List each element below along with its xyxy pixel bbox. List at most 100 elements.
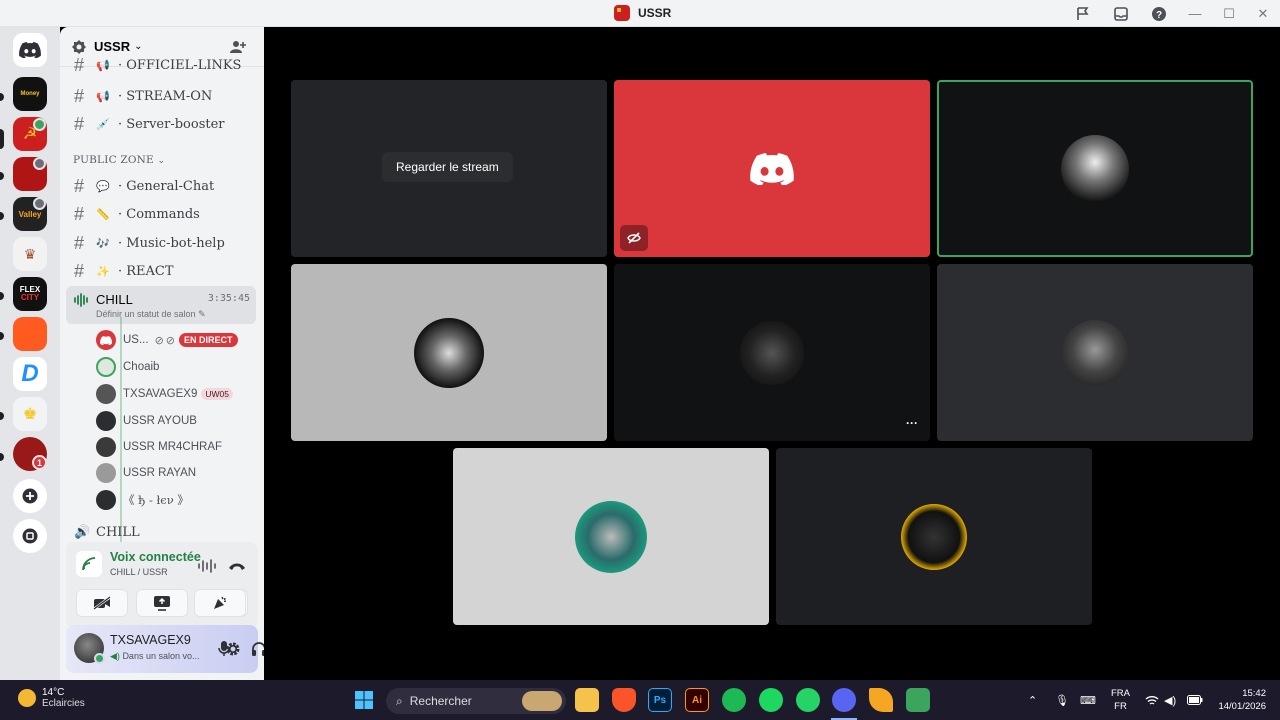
inbox-icon[interactable] — [1102, 0, 1140, 27]
member-name: USSR RAYAN — [123, 467, 197, 479]
participant-tile[interactable] — [291, 264, 607, 441]
voice-member[interactable]: Choaib — [96, 355, 159, 379]
invite-people-icon[interactable] — [230, 40, 246, 54]
participant-tile[interactable]: ··· — [614, 264, 930, 441]
home-button[interactable] — [13, 33, 47, 67]
show-hidden-icons[interactable]: ⌃ — [1028, 680, 1037, 720]
illustrator-icon[interactable]: Ai — [685, 688, 709, 712]
camera-toggle-button[interactable] — [76, 589, 128, 617]
channel-commands[interactable]: # 📏 · Commands — [74, 202, 200, 226]
guild-badge-icon — [72, 39, 86, 54]
server-icon-emblem[interactable]: ♛ — [13, 237, 47, 271]
compass-icon — [22, 528, 38, 544]
spotify-icon[interactable] — [759, 688, 783, 712]
guild-name: USSR — [94, 39, 131, 54]
voice-member[interactable]: US... ⊘ ⊘ EN DIRECT — [96, 328, 238, 352]
server-rail: Money ☭ Valley ♛ FLEX CITY D ♚ 1 — [0, 27, 60, 680]
voice-member[interactable]: USSR AYOUB — [96, 409, 197, 433]
server-icon-orange[interactable] — [13, 317, 47, 351]
system-clock[interactable]: 15:42 14/01/2026 — [1218, 687, 1266, 713]
taskbar-search[interactable]: ⌕ Rechercher — [386, 688, 566, 714]
pencil-icon: ✎ — [198, 309, 206, 319]
wifi-icon[interactable] — [1145, 680, 1159, 720]
voice-member[interactable]: TXSAVAGEX9 UW05 — [96, 382, 233, 406]
more-options-button[interactable]: ··· — [900, 411, 924, 435]
category-public-zone[interactable]: PUBLIC ZONE ⌄ — [73, 154, 165, 166]
minimize-button[interactable]: — — [1178, 0, 1212, 27]
member-name: 《 ђ - łєν 》 — [123, 493, 189, 507]
help-icon[interactable]: ? — [1140, 0, 1178, 27]
server-icon-flexcity[interactable]: FLEX CITY — [13, 277, 47, 311]
server-icon-honey[interactable]: Money — [13, 77, 47, 111]
noise-suppression-icon[interactable] — [198, 559, 216, 573]
connection-signal-icon[interactable] — [76, 551, 102, 577]
participant-tile[interactable] — [453, 448, 769, 625]
voice-channel-chill[interactable]: CHILL 3:35:45 Définir un statut de salon… — [66, 286, 256, 324]
plus-icon — [22, 488, 38, 504]
channel-react[interactable]: # ✨ · REACT — [74, 259, 174, 283]
volume-icon[interactable]: ◀) — [1164, 680, 1176, 720]
watch-stream-button[interactable]: Regarder le stream — [382, 152, 513, 182]
discover-button[interactable] — [13, 519, 47, 553]
channel-emoji: ✨ — [96, 264, 110, 278]
close-button[interactable]: ✕ — [1246, 0, 1280, 27]
settings-gear-icon[interactable] — [225, 641, 241, 657]
participant-tile[interactable] — [776, 448, 1092, 625]
soundboard-button[interactable] — [194, 589, 246, 617]
channel-status-text: Définir un statut de salon — [96, 309, 196, 319]
participant-tile[interactable] — [614, 80, 930, 257]
battery-icon[interactable] — [1187, 680, 1203, 720]
channel-name: · STREAM-ON — [118, 88, 213, 104]
server-icon-d[interactable]: D — [13, 357, 47, 391]
search-highlight-image — [522, 691, 562, 711]
whatsapp-icon[interactable] — [796, 688, 820, 712]
channel-stream-on[interactable]: # 📢 · STREAM-ON — [74, 84, 212, 108]
media-player-icon[interactable] — [722, 688, 746, 712]
inbox-flag-icon[interactable] — [1064, 0, 1102, 27]
channel-general-chat[interactable]: # 💬 · General-Chat — [74, 174, 214, 198]
voice-channel-chill-2[interactable]: 🔊 CHILL — [74, 522, 140, 542]
app-icon[interactable] — [906, 688, 930, 712]
member-name: US... — [123, 334, 149, 346]
disconnect-icon[interactable] — [228, 560, 246, 572]
channel-officiel-links[interactable]: # 📢 · OFFICIEL-LINKS — [74, 56, 241, 74]
voice-member[interactable]: USSR MR4CHRAF — [96, 435, 222, 459]
add-server-button[interactable] — [13, 479, 47, 513]
username[interactable]: TXSAVAGEX9 — [110, 633, 191, 647]
channel-sidebar: USSR ⌄ # 📢 · OFFICIEL-LINKS # 📢 · STREAM… — [60, 27, 266, 680]
brave-browser-icon[interactable] — [612, 688, 636, 712]
server-unread-pill — [0, 453, 4, 461]
camera-off-icon — [93, 596, 111, 610]
photoshop-icon[interactable]: Ps — [648, 688, 672, 712]
server-unread-pill — [0, 93, 4, 101]
keyboard-icon[interactable]: ⌨ — [1080, 680, 1096, 720]
screen-share-button[interactable] — [136, 589, 188, 617]
weather-widget[interactable]: 14°C Eclaircies — [18, 687, 85, 709]
window-title: USSR — [638, 6, 672, 20]
participant-tile-speaking[interactable] — [937, 80, 1253, 257]
discord-logo-icon — [19, 42, 41, 58]
speaker-icon: ◀) — [110, 651, 120, 661]
channel-emoji: 💬 — [96, 179, 110, 193]
member-name: USSR AYOUB — [123, 415, 197, 427]
language-indicator[interactable]: FRA FR — [1111, 687, 1130, 713]
guild-tag-badge: UW05 — [201, 388, 233, 400]
discord-taskbar-icon[interactable] — [832, 688, 856, 712]
start-button[interactable] — [352, 688, 376, 712]
stream-tile[interactable]: Regarder le stream — [291, 80, 607, 257]
voice-connected-label[interactable]: Voix connectée — [110, 550, 201, 564]
server-icon-light[interactable]: ♚ — [13, 397, 47, 431]
voice-member[interactable]: USSR RAYAN — [96, 461, 196, 485]
maximize-button[interactable]: ☐ — [1212, 0, 1246, 27]
channel-music-bot-help[interactable]: # 🎶 · Music-bot-help — [74, 231, 225, 255]
channel-name: · Commands — [118, 206, 200, 222]
channel-name: · REACT — [118, 263, 174, 279]
microphone-tray-icon[interactable]: 🎙 — [1055, 680, 1069, 720]
voice-member[interactable]: 《 ђ - łєν 》 — [96, 488, 189, 512]
file-explorer-icon[interactable] — [575, 688, 599, 712]
app-icon[interactable] — [869, 688, 893, 712]
voice-location[interactable]: CHILL / USSR — [110, 567, 168, 577]
participant-tile[interactable] — [937, 264, 1253, 441]
set-channel-status[interactable]: Définir un statut de salon ✎ — [96, 309, 206, 320]
channel-server-booster[interactable]: # 💉 · Server-booster — [74, 112, 225, 136]
